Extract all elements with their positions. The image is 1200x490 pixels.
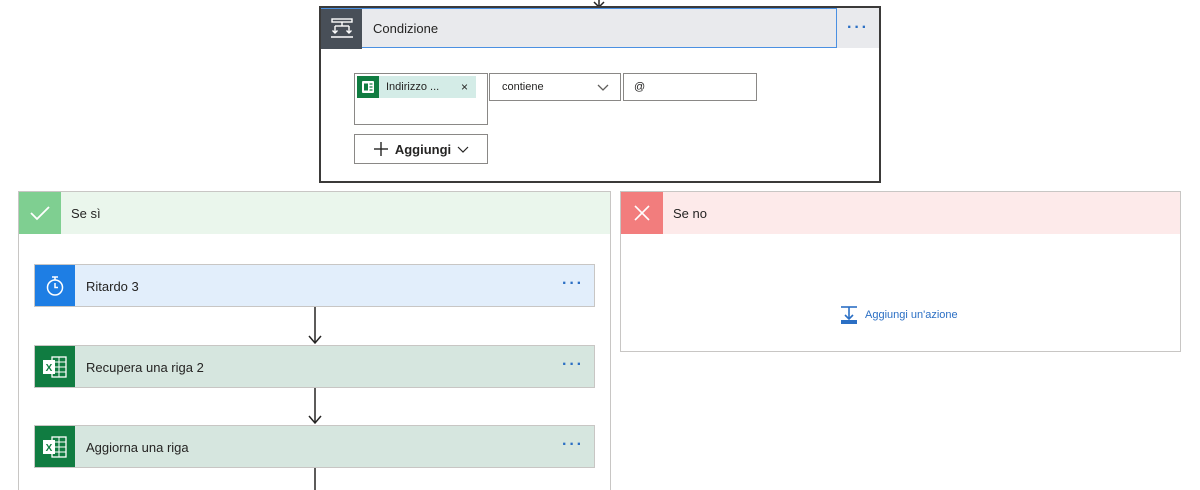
svg-text:X: X (46, 363, 53, 374)
condition-card[interactable]: Condizione ··· Indirizzo ... × contiene (319, 6, 881, 183)
condition-operator-select[interactable]: contiene (489, 73, 621, 101)
token-label: Indirizzo ... (386, 81, 440, 93)
action-title: Recupera una riga 2 (86, 360, 204, 375)
action-title: Aggiorna una riga (86, 440, 189, 455)
add-action-link[interactable]: Aggiungi un'azione (839, 305, 958, 325)
dynamic-content-token[interactable]: Indirizzo ... × (357, 76, 476, 98)
connector-arrow-icon (308, 388, 322, 425)
action-card-update-row[interactable]: X Aggiorna una riga ··· (34, 425, 595, 468)
action-menu-button[interactable]: ··· (562, 357, 584, 373)
condition-menu-button[interactable]: ··· (837, 8, 879, 48)
action-card-delay[interactable]: Ritardo 3 ··· (34, 264, 595, 307)
token-remove-icon[interactable]: × (461, 80, 468, 94)
condition-value-text: @ (634, 81, 646, 93)
chevron-down-icon (597, 84, 609, 91)
excel-icon: X (35, 346, 75, 387)
branch-yes-title: Se sì (71, 206, 101, 221)
action-card-get-row[interactable]: X Recupera una riga 2 ··· (34, 345, 595, 388)
add-action-icon (841, 306, 857, 324)
add-action-label: Aggiungi un'azione (865, 309, 958, 321)
chevron-down-icon (457, 146, 469, 153)
branch-yes-header[interactable]: Se sì (19, 192, 610, 234)
branch-if-no: Se no Aggiungi un'azione (620, 191, 1181, 352)
timer-icon (35, 265, 75, 306)
svg-text:X: X (46, 443, 53, 454)
forms-icon (357, 76, 379, 98)
add-condition-button[interactable]: Aggiungi (354, 134, 488, 164)
check-icon (19, 192, 61, 234)
more-options-icon: ··· (847, 19, 869, 36)
condition-left-operand-field[interactable]: Indirizzo ... × (354, 73, 488, 125)
operator-value: contiene (502, 81, 544, 93)
condition-icon (321, 9, 362, 49)
connector-arrow-icon (308, 307, 322, 345)
action-title: Ritardo 3 (86, 279, 139, 294)
connector-line (314, 468, 316, 490)
condition-title: Condizione (373, 21, 439, 36)
close-icon (621, 192, 663, 234)
condition-header[interactable]: Condizione (321, 8, 837, 49)
condition-value-input[interactable]: @ (623, 73, 757, 101)
plus-icon (373, 142, 388, 156)
action-menu-button[interactable]: ··· (562, 437, 584, 453)
branch-no-header[interactable]: Se no (621, 192, 1180, 234)
branch-no-title: Se no (673, 206, 707, 221)
add-button-label: Aggiungi (394, 141, 452, 157)
action-menu-button[interactable]: ··· (562, 276, 584, 292)
excel-icon: X (35, 426, 75, 467)
